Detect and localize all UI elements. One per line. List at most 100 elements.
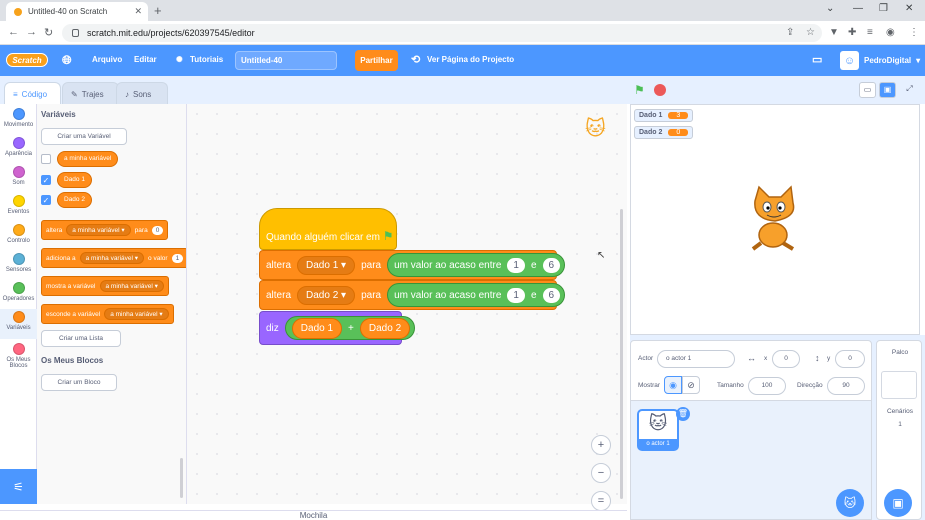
fullscreen-icon[interactable]: ⤢: [901, 82, 918, 98]
extension-icon[interactable]: ▼: [829, 27, 839, 38]
add-backdrop-button[interactable]: ▣: [884, 489, 912, 517]
workspace-scrollbar[interactable]: [620, 209, 623, 499]
tab-costumes[interactable]: ✎ Trajes: [62, 82, 119, 105]
value-input[interactable]: 1: [171, 253, 184, 263]
delete-sprite-icon[interactable]: 🗑︎: [676, 407, 690, 421]
add-sprite-button[interactable]: 🐱︎: [836, 489, 864, 517]
pick-random-block[interactable]: um valor ao acaso entre 1 e 6: [387, 283, 566, 307]
stage-thumbnail[interactable]: [881, 371, 917, 399]
x-input[interactable]: 0: [772, 350, 800, 368]
category-variables[interactable]: Variáveis: [0, 309, 37, 339]
direction-input[interactable]: 90: [827, 377, 865, 395]
set-variable-block[interactable]: altera a minha variável ▾ para 0: [41, 220, 169, 240]
back-icon[interactable]: ←: [8, 26, 19, 38]
share-page-icon[interactable]: ⇪: [786, 27, 794, 38]
pick-random-block[interactable]: um valor ao acaso entre 1 e 6: [387, 253, 566, 277]
variable-monitor[interactable]: Dado 2 0: [634, 126, 694, 139]
green-flag-button[interactable]: ⚑: [634, 83, 645, 97]
category-sound[interactable]: Som: [0, 166, 37, 186]
menu-edit[interactable]: Editar: [134, 55, 157, 64]
backpack[interactable]: Mochila: [0, 510, 627, 520]
menu-file[interactable]: Arquivo: [92, 55, 122, 64]
account-menu[interactable]: ☺ PedroDigital ▾: [840, 51, 920, 70]
stage[interactable]: Dado 1 3 Dado 2 0: [630, 104, 920, 335]
stop-button[interactable]: [654, 84, 666, 96]
kebab-menu-icon[interactable]: ⋮: [909, 27, 919, 38]
category-events[interactable]: Eventos: [0, 195, 37, 215]
variable-reporter[interactable]: Dado 2: [57, 192, 92, 208]
puzzle-icon[interactable]: ✚: [848, 27, 856, 38]
address-bar[interactable]: scratch.mit.edu/projects/620397545/edito…: [62, 24, 822, 42]
hide-eye-icon[interactable]: ⊘: [682, 376, 700, 394]
variable-dropdown[interactable]: Dado 2 ▾: [297, 285, 356, 305]
category-sensing[interactable]: Sensores: [0, 253, 37, 273]
menu-tutorials[interactable]: Tutoriais: [190, 55, 223, 64]
make-block-button[interactable]: Criar um Bloco: [41, 374, 117, 391]
script-workspace[interactable]: 🐱︎ Quando alguém clicar em ⚑ altera Dado…: [187, 104, 627, 511]
folder-icon[interactable]: ▭: [812, 53, 822, 66]
see-project-button[interactable]: Ver Página do Projecto: [427, 55, 514, 64]
y-input[interactable]: 0: [835, 350, 865, 368]
zoom-out-button[interactable]: −: [591, 463, 611, 483]
show-eye-icon[interactable]: ◉: [664, 376, 682, 394]
random-max-input[interactable]: 6: [542, 257, 561, 273]
change-variable-block[interactable]: adiciona a a minha variável ▾ o valor 1: [41, 248, 186, 268]
make-variable-button[interactable]: Criar uma Variável: [41, 128, 127, 145]
variable-reporter[interactable]: Dado 1: [291, 317, 343, 339]
variable-checkbox[interactable]: [41, 154, 51, 164]
sprite-thumbnail[interactable]: 🐱︎ o actor 1 🗑︎: [637, 407, 690, 451]
maximize-icon[interactable]: ❐: [879, 3, 888, 14]
set-variable-block[interactable]: altera Dado 2 ▾ para um valor ao acaso e…: [259, 280, 566, 310]
value-input[interactable]: 0: [151, 225, 164, 235]
bookmark-star-icon[interactable]: ☆: [806, 27, 815, 38]
category-operators[interactable]: Operadores: [0, 282, 37, 302]
palette-scrollbar[interactable]: [180, 458, 183, 498]
close-tab-icon[interactable]: ✕: [134, 6, 142, 17]
show-variable-block[interactable]: mostra a variável a minha variável ▾: [41, 276, 169, 296]
size-input[interactable]: 100: [748, 377, 786, 395]
share-button[interactable]: Partilhar: [355, 50, 398, 71]
say-block[interactable]: diz Dado 1 + Dado 2: [259, 311, 416, 345]
zoom-in-button[interactable]: +: [591, 435, 611, 455]
sprite-name-input[interactable]: o actor 1: [657, 350, 735, 368]
normal-stage-button[interactable]: ▣: [879, 82, 896, 98]
variable-dropdown[interactable]: a minha variável ▾: [104, 308, 169, 320]
hide-variable-block[interactable]: esconde a variável a minha variável ▾: [41, 304, 174, 324]
variable-monitor[interactable]: Dado 1 3: [634, 109, 694, 122]
variable-dropdown[interactable]: a minha variável ▾: [66, 224, 131, 236]
when-flag-clicked-block[interactable]: Quando alguém clicar em ⚑: [259, 208, 397, 250]
tab-sounds[interactable]: ♪ Sons: [116, 82, 168, 105]
add-extension-button[interactable]: ⚟: [0, 469, 37, 504]
project-title-input[interactable]: Untitled-40: [235, 51, 337, 70]
variable-dropdown[interactable]: a minha variável ▾: [79, 252, 145, 264]
chevron-down-icon[interactable]: ⌄: [826, 3, 834, 14]
variable-dropdown[interactable]: a minha variável ▾: [99, 280, 164, 292]
forward-icon[interactable]: →: [26, 26, 37, 38]
reload-icon[interactable]: ↻: [44, 26, 53, 39]
random-max-input[interactable]: 6: [542, 287, 561, 303]
browser-tab[interactable]: Untitled-40 on Scratch ✕: [6, 2, 148, 21]
variable-checkbox[interactable]: ✓: [41, 175, 51, 185]
tab-code[interactable]: ≡ Código: [4, 82, 61, 106]
variable-checkbox[interactable]: ✓: [41, 195, 51, 205]
variable-reporter[interactable]: Dado 2: [359, 317, 411, 339]
close-window-icon[interactable]: ✕: [905, 3, 913, 14]
add-operator-block[interactable]: Dado 1 + Dado 2: [284, 316, 416, 340]
random-min-input[interactable]: 1: [507, 287, 525, 303]
small-stage-button[interactable]: ▭: [859, 82, 876, 98]
profile-icon[interactable]: ◉: [886, 27, 895, 38]
random-min-input[interactable]: 1: [507, 257, 525, 273]
category-motion[interactable]: Movimento: [0, 108, 37, 128]
set-variable-block[interactable]: altera Dado 1 ▾ para um valor ao acaso e…: [259, 250, 566, 280]
minimize-icon[interactable]: —: [853, 3, 863, 14]
variable-dropdown[interactable]: Dado 1 ▾: [297, 255, 356, 275]
zoom-reset-button[interactable]: =: [591, 491, 611, 511]
variable-reporter[interactable]: a minha variável: [57, 151, 119, 167]
cat-sprite[interactable]: [743, 185, 807, 255]
media-icon[interactable]: ≡: [867, 27, 873, 38]
new-tab-icon[interactable]: +: [154, 3, 162, 18]
make-list-button[interactable]: Criar uma Lista: [41, 330, 121, 347]
category-my-blocks[interactable]: Os Meus Blocos: [0, 343, 37, 369]
category-looks[interactable]: Aparência: [0, 137, 37, 157]
category-control[interactable]: Controlo: [0, 224, 37, 244]
